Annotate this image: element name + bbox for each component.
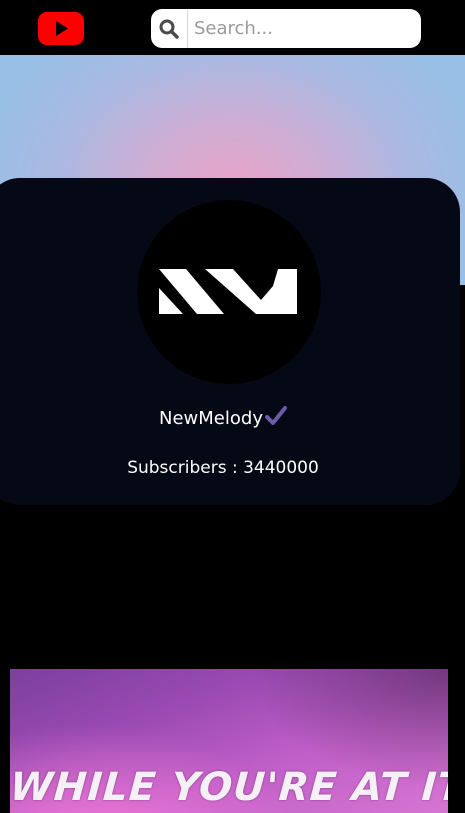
top-bar xyxy=(0,0,465,55)
newmelody-logo-icon xyxy=(159,269,297,314)
channel-avatar[interactable] xyxy=(137,200,321,384)
channel-name[interactable]: NewMelody xyxy=(159,408,263,429)
search-input[interactable] xyxy=(188,9,421,48)
subscriber-count: Subscribers : 3440000 xyxy=(127,458,319,478)
video-thumbnail[interactable]: WHILE YOU'RE AT IT xyxy=(10,669,448,813)
channel-page: NewMelody Subscribers : 3440000 WHILE YO… xyxy=(0,0,465,813)
channel-card: NewMelody Subscribers : 3440000 xyxy=(0,178,460,505)
search-icon[interactable] xyxy=(151,9,188,48)
youtube-logo-icon[interactable] xyxy=(38,12,84,45)
thumbnail-title: WHILE YOU'RE AT IT xyxy=(10,765,448,810)
check-icon xyxy=(264,406,287,434)
search-bar[interactable] xyxy=(151,9,421,48)
channel-name-row: NewMelody xyxy=(0,406,460,434)
